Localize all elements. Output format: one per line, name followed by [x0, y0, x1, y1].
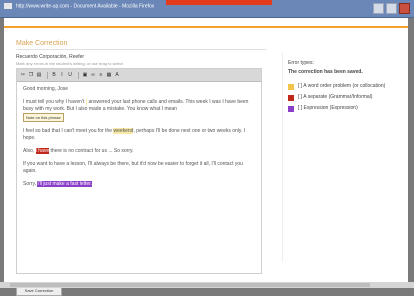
editor-content[interactable]: Good morning, Jose I must tell you why I… — [17, 82, 261, 198]
maximize-button[interactable] — [386, 3, 397, 14]
legend-text: [ ] A word order problem (or collocation… — [298, 83, 386, 89]
minimize-button[interactable] — [373, 3, 384, 14]
link-icon[interactable]: ∞ — [90, 72, 96, 78]
color-icon[interactable]: A — [114, 72, 120, 78]
legend-text: [ ] Expression (Expression) — [298, 105, 358, 111]
italic-icon[interactable]: I — [59, 72, 65, 78]
toolbar-separator — [78, 71, 79, 79]
expression-error-mark[interactable]: I'll just make a fast letter. — [37, 181, 92, 187]
recipient-label: Recuerdo Corporación, Reefer — [16, 54, 85, 60]
marked-phrase[interactable]: weekend — [113, 128, 134, 134]
letter-paragraph-1: I must tell you why I haven't answered y… — [23, 99, 255, 122]
letter-paragraph-3: Also, I have there is no contract for us… — [23, 148, 255, 155]
editor-toolbar: ✂ ❐ ▤ B I U ▣ ∞ ≡ ▦ A — [17, 69, 261, 82]
legend-item: [ ] Expression (Expression) — [288, 105, 398, 112]
section-divider — [16, 49, 266, 50]
legend-swatch — [288, 84, 294, 90]
bold-icon[interactable]: B — [51, 72, 57, 78]
letter-paragraph-2: I feel so bad that I can't meet you for … — [23, 128, 255, 142]
legend-swatch — [288, 95, 294, 101]
copy-icon[interactable]: ❐ — [28, 72, 34, 78]
window-controls — [373, 3, 410, 14]
editor-hint: Mark any errors in the student's writing… — [16, 61, 124, 66]
letter-text: I feel so bad that I can't meet you for … — [23, 128, 113, 134]
letter-text: answered your last phone calls and email… — [88, 99, 221, 105]
grammar-error-mark[interactable]: I have — [35, 148, 50, 154]
legend-item: [ ] A separate (Grammar/Informal) — [288, 94, 398, 101]
title-accent — [166, 0, 272, 5]
legend-swatch — [288, 106, 294, 112]
legend-text: [ ] A separate (Grammar/Informal) — [298, 94, 373, 100]
table-icon[interactable]: ▦ — [106, 72, 112, 78]
horizontal-scrollbar[interactable] — [0, 282, 414, 288]
window-title: http://www.write-up.com - Document Avail… — [4, 3, 154, 9]
error-legend-panel: Error types: The correction has been sav… — [288, 60, 398, 116]
letter-paragraph-4: If you want to have a lesson, I'll alway… — [23, 161, 243, 174]
close-button[interactable] — [399, 3, 410, 14]
toolbar-separator — [47, 71, 48, 79]
letter-text: I must tell you why I haven't — [23, 99, 85, 105]
scrollbar-thumb[interactable] — [10, 283, 370, 287]
save-status: The correction has been saved. — [288, 69, 363, 75]
sidebar-divider — [282, 52, 283, 262]
letter-text: Also, — [23, 148, 35, 154]
rich-text-editor[interactable]: ✂ ❐ ▤ B I U ▣ ∞ ≡ ▦ A Good morning, Jose I must te… — [16, 68, 262, 274]
paste-icon[interactable]: ▤ — [36, 72, 42, 78]
list-icon[interactable]: ≡ — [98, 72, 104, 78]
letter-text: there is no contract for us ... So sorry… — [50, 148, 134, 154]
accent-line — [4, 26, 408, 28]
correction-tooltip: Note on this phrase — [23, 113, 64, 122]
image-icon[interactable]: ▣ — [82, 72, 88, 78]
legend-list: [ ] A word order problem (or collocation… — [288, 83, 398, 112]
marked-phrase[interactable] — [85, 99, 88, 105]
letter-greeting: Good morning, Jose — [23, 86, 69, 92]
letter-text: Sorry, — [23, 181, 36, 187]
page: Make Correction Recuerdo Corporación, Re… — [4, 18, 408, 296]
section-title: Make Correction — [16, 40, 68, 47]
underline-icon[interactable]: U — [67, 72, 73, 78]
cut-icon[interactable]: ✂ — [20, 72, 26, 78]
browser-icon — [4, 3, 12, 9]
legend-item: [ ] A word order problem (or collocation… — [288, 83, 398, 90]
legend-label: Error types: — [288, 60, 314, 66]
window-title-text: http://www.write-up.com - Document Avail… — [16, 3, 155, 10]
letter-paragraph-5: Sorry, I'll just make a fast letter. — [23, 181, 255, 188]
